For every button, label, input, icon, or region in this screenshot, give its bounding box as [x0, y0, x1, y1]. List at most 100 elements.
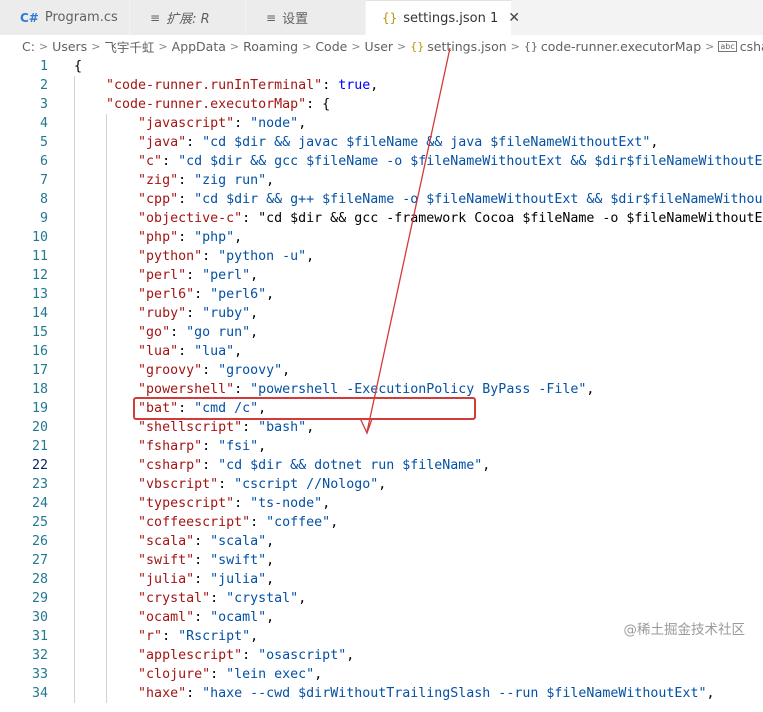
extension-icon: ≡: [150, 10, 161, 25]
breadcrumb-item[interactable]: Code: [315, 39, 347, 54]
code-line[interactable]: 8 "cpp": "cd $dir && g++ $fileName -o $f…: [0, 190, 763, 209]
code-text: "javascript": "node",: [138, 116, 307, 131]
code-line[interactable]: 9 "objective-c": "cd $dir && gcc -framew…: [0, 209, 763, 228]
breadcrumb-item[interactable]: User: [365, 39, 394, 54]
line-number: 31: [31, 629, 48, 644]
code-text: "applescript": "osascript",: [138, 648, 355, 663]
code-text: "c": "cd $dir && gcc $fileName -o $fileN…: [138, 154, 763, 169]
code-text: "julia": "julia",: [138, 572, 275, 587]
breadcrumb-file[interactable]: settings.json: [427, 39, 506, 54]
breadcrumb-key[interactable]: csharp: [740, 39, 763, 54]
code-text: "fsharp": "fsi",: [138, 439, 267, 454]
line-number: 32: [31, 648, 48, 663]
code-text: "lua": "lua",: [138, 344, 243, 359]
code-line[interactable]: 32 "applescript": "osascript",: [0, 646, 763, 665]
chevron-right-icon: >: [397, 39, 407, 53]
code-line[interactable]: 17 "groovy": "groovy",: [0, 361, 763, 380]
line-number: 24: [31, 496, 48, 511]
code-line[interactable]: 28 "julia": "julia",: [0, 570, 763, 589]
line-number: 21: [31, 439, 48, 454]
code-line[interactable]: 3 "code-runner.executorMap": {: [0, 95, 763, 114]
tab-label: settings.json 1: [403, 10, 499, 26]
watermark: @稀土掘金技术社区: [623, 622, 746, 638]
code-line[interactable]: 10 "php": "php",: [0, 228, 763, 247]
chevron-right-icon: >: [705, 39, 715, 53]
tab-settings-ui[interactable]: ≡ 设置: [246, 0, 366, 35]
tab-extension-r[interactable]: ≡ 扩展: R: [130, 0, 246, 35]
tab-label: Program.cs: [44, 10, 118, 25]
code-line[interactable]: 7 "zig": "zig run",: [0, 171, 763, 190]
tab-label: 扩展: R: [166, 12, 210, 27]
code-line[interactable]: 15 "go": "go run",: [0, 323, 763, 342]
breadcrumb-item[interactable]: C:: [22, 39, 35, 54]
code-text: "code-runner.runInTerminal": true,: [106, 78, 379, 93]
line-number: 6: [39, 154, 48, 169]
code-text: "perl6": "perl6",: [138, 287, 275, 302]
code-line[interactable]: 27 "swift": "swift",: [0, 551, 763, 570]
code-editor[interactable]: 1{2 "code-runner.runInTerminal": true, 3 …: [0, 57, 763, 712]
code-line[interactable]: 2 "code-runner.runInTerminal": true,: [0, 76, 763, 95]
code-text: "zig": "zig run",: [138, 173, 275, 188]
code-text: {: [74, 59, 83, 74]
json-file-icon: {}: [382, 11, 398, 25]
line-number: 16: [31, 344, 48, 359]
line-number: 22: [31, 458, 48, 473]
code-line[interactable]: 11 "python": "python -u",: [0, 247, 763, 266]
code-text: "ruby": "ruby",: [138, 306, 259, 321]
code-line[interactable]: 20 "shellscript": "bash",: [0, 418, 763, 437]
csharp-file-icon: C#: [20, 10, 39, 25]
line-number: 9: [39, 211, 48, 226]
line-number: 5: [39, 135, 48, 150]
code-line[interactable]: 21 "fsharp": "fsi",: [0, 437, 763, 456]
line-number: 12: [31, 268, 48, 283]
code-line[interactable]: 5 "java": "cd $dir && javac $fileName &&…: [0, 133, 763, 152]
breadcrumb-item[interactable]: Users: [52, 39, 87, 54]
line-number: 29: [31, 591, 48, 606]
code-line[interactable]: 26 "scala": "scala",: [0, 532, 763, 551]
breadcrumb-item[interactable]: AppData: [172, 39, 226, 54]
code-text: "csharp": "cd $dir && dotnet run $fileNa…: [138, 458, 491, 473]
code-line[interactable]: 1{: [0, 57, 763, 76]
line-number: 20: [31, 420, 48, 435]
breadcrumb-object[interactable]: code-runner.executorMap: [541, 39, 701, 54]
code-line[interactable]: 12 "perl": "perl",: [0, 266, 763, 285]
line-number: 1: [39, 59, 48, 74]
line-number: 13: [31, 287, 48, 302]
breadcrumb-item[interactable]: 飞宇千虹: [104, 37, 154, 56]
code-text: "objective-c": "cd $dir && gcc -framewor…: [138, 211, 763, 226]
code-text: "shellscript": "bash",: [138, 420, 315, 435]
code-line[interactable]: 6 "c": "cd $dir && gcc $fileName -o $fil…: [0, 152, 763, 171]
line-number: 26: [31, 534, 48, 549]
breadcrumb-item[interactable]: Roaming: [243, 39, 298, 54]
code-line[interactable]: 33 "clojure": "lein exec",: [0, 665, 763, 684]
code-line[interactable]: 22 "csharp": "cd $dir && dotnet run $fil…: [0, 456, 763, 475]
code-line[interactable]: 4 "javascript": "node",: [0, 114, 763, 133]
close-icon[interactable]: ✕: [508, 10, 520, 26]
json-file-icon: {}: [410, 39, 425, 53]
line-number: 14: [31, 306, 48, 321]
code-text: "php": "php",: [138, 230, 243, 245]
code-line[interactable]: 25 "coffeescript": "coffee",: [0, 513, 763, 532]
tab-settings-json[interactable]: {} settings.json 1 ✕: [366, 0, 520, 35]
code-text: "perl": "perl",: [138, 268, 259, 283]
chevron-right-icon: >: [351, 39, 361, 53]
code-line[interactable]: 23 "vbscript": "cscript //Nologo",: [0, 475, 763, 494]
code-text: "ocaml": "ocaml",: [138, 610, 275, 625]
chevron-right-icon: >: [510, 39, 520, 53]
code-text: "crystal": "crystal",: [138, 591, 307, 606]
code-text: "cpp": "cd $dir && g++ $fileName -o $fil…: [138, 192, 763, 207]
code-line[interactable]: 29 "crystal": "crystal",: [0, 589, 763, 608]
settings-file-icon: ≡: [266, 10, 277, 25]
line-number: 34: [31, 686, 48, 701]
tab-bar: C# Program.cs ≡ 扩展: R ≡ 设置 {} settings.j…: [0, 0, 763, 35]
code-line[interactable]: 24 "typescript": "ts-node",: [0, 494, 763, 513]
code-line[interactable]: 16 "lua": "lua",: [0, 342, 763, 361]
code-text: "coffeescript": "coffee",: [138, 515, 339, 530]
tab-program-cs[interactable]: C# Program.cs: [0, 0, 130, 35]
chevron-right-icon: >: [229, 39, 240, 53]
code-text: "typescript": "ts-node",: [138, 496, 331, 511]
code-text: "swift": "swift",: [138, 553, 275, 568]
code-line[interactable]: 34 "haxe": "haxe --cwd $dirWithoutTraili…: [0, 684, 763, 703]
code-line[interactable]: 13 "perl6": "perl6",: [0, 285, 763, 304]
code-line[interactable]: 14 "ruby": "ruby",: [0, 304, 763, 323]
